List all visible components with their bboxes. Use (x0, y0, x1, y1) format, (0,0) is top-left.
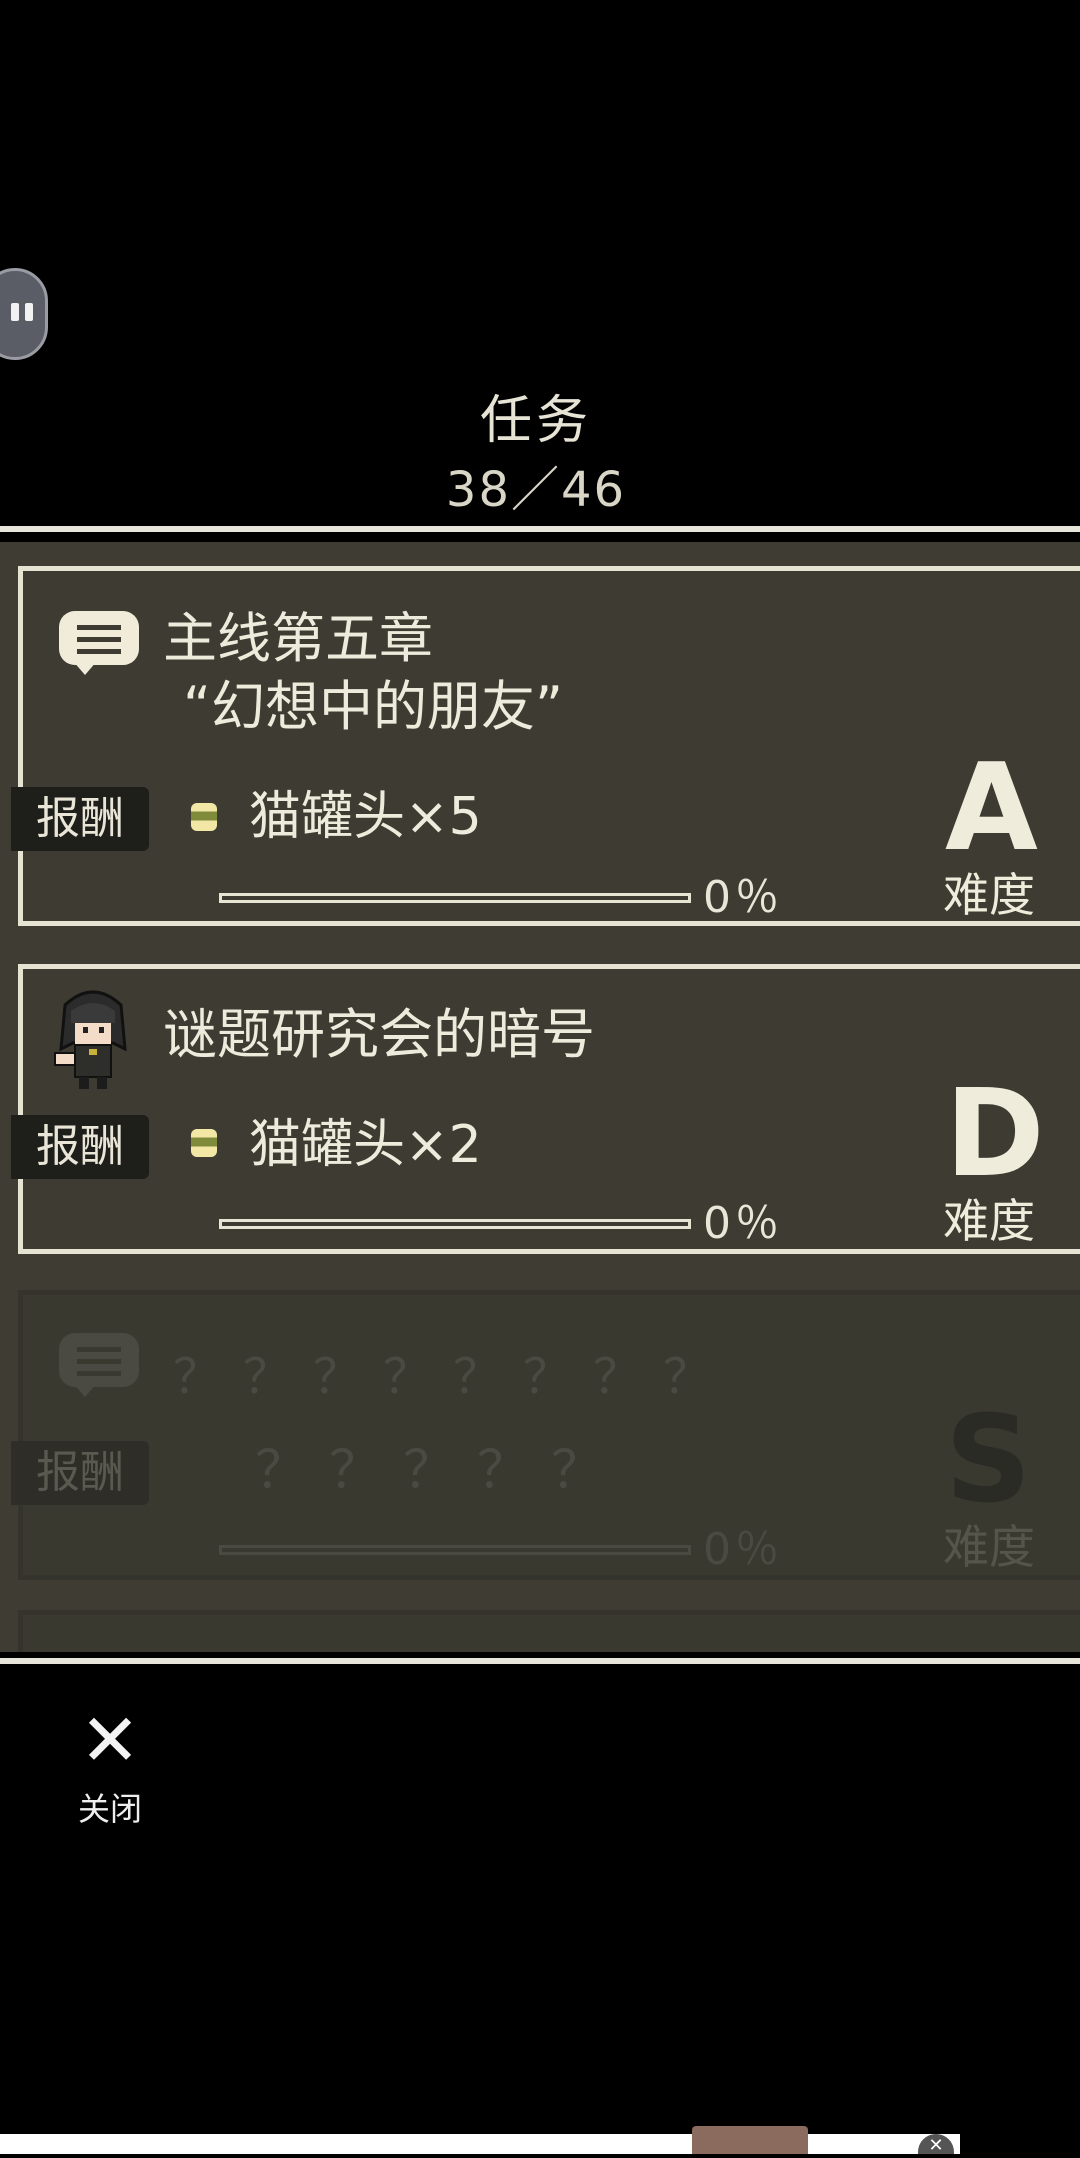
quest-card[interactable]: 谜题研究会的暗号 报酬 猫罐头×2 0％ D 难度 (11, 964, 1080, 1254)
quest-counter: 38／46 (445, 462, 627, 518)
assistant-eye-icon (25, 303, 33, 321)
progress-percent: 0％ (703, 872, 783, 923)
quest-name: 主线第五章 (163, 607, 433, 670)
reward-tag: 报酬 (11, 1115, 149, 1179)
page-title: 任务 (479, 391, 592, 451)
quest-subtitle: “幻想中的朋友” (183, 675, 563, 738)
ad-thumbnail[interactable] (692, 2126, 808, 2154)
progress-bar (219, 893, 691, 903)
quest-card-partial[interactable] (18, 1610, 1080, 1652)
difficulty-label: 难度 (943, 868, 1035, 922)
ad-banner[interactable] (0, 2134, 960, 2154)
quest-list[interactable]: 主线第五章 “幻想中的朋友” 报酬 猫罐头×5 0％ A 难度 谜题研究会的暗号… (0, 542, 1080, 1652)
close-label: 关闭 (77, 1790, 142, 1828)
reward-text: 猫罐头×2 (249, 1115, 482, 1175)
reward-text: 猫罐头×5 (249, 787, 482, 847)
close-icon: ✕ (79, 1698, 141, 1782)
cat-can-icon (191, 1129, 217, 1157)
quest-card[interactable]: 主线第五章 “幻想中的朋友” 报酬 猫罐头×5 0％ A 难度 (11, 566, 1080, 926)
difficulty-label: 难度 (943, 1194, 1035, 1248)
reward-tag: 报酬 (11, 1441, 149, 1505)
speech-bubble-icon (59, 1333, 139, 1397)
close-button[interactable]: ✕ 关闭 (60, 1700, 160, 1830)
progress-bar (219, 1219, 691, 1229)
quest-name-hidden: ？？？？？？？？ (173, 1349, 734, 1405)
progress-bar (219, 1545, 691, 1555)
difficulty-label: 难度 (943, 1520, 1035, 1574)
difficulty-grade: A (945, 739, 1038, 878)
difficulty-grade: S (945, 1391, 1032, 1530)
floating-assistant-button[interactable] (0, 268, 48, 360)
divider-top (0, 526, 1080, 532)
reward-tag: 报酬 (11, 787, 149, 851)
quest-name: 谜题研究会的暗号 (163, 1003, 595, 1066)
quest-card-locked[interactable]: ？？？？？？？？ 报酬 ？？？？？ 0％ S 难度 (11, 1290, 1080, 1580)
reward-text-hidden: ？？？？？ (255, 1441, 626, 1501)
divider-bottom (0, 1658, 1080, 1664)
assistant-eye-icon (11, 303, 19, 321)
cat-can-icon (191, 803, 217, 831)
speech-bubble-icon (59, 611, 139, 675)
progress-percent: 0％ (703, 1524, 783, 1575)
difficulty-grade: D (945, 1065, 1045, 1204)
progress-percent: 0％ (703, 1198, 783, 1249)
character-avatar-icon (54, 990, 127, 1089)
